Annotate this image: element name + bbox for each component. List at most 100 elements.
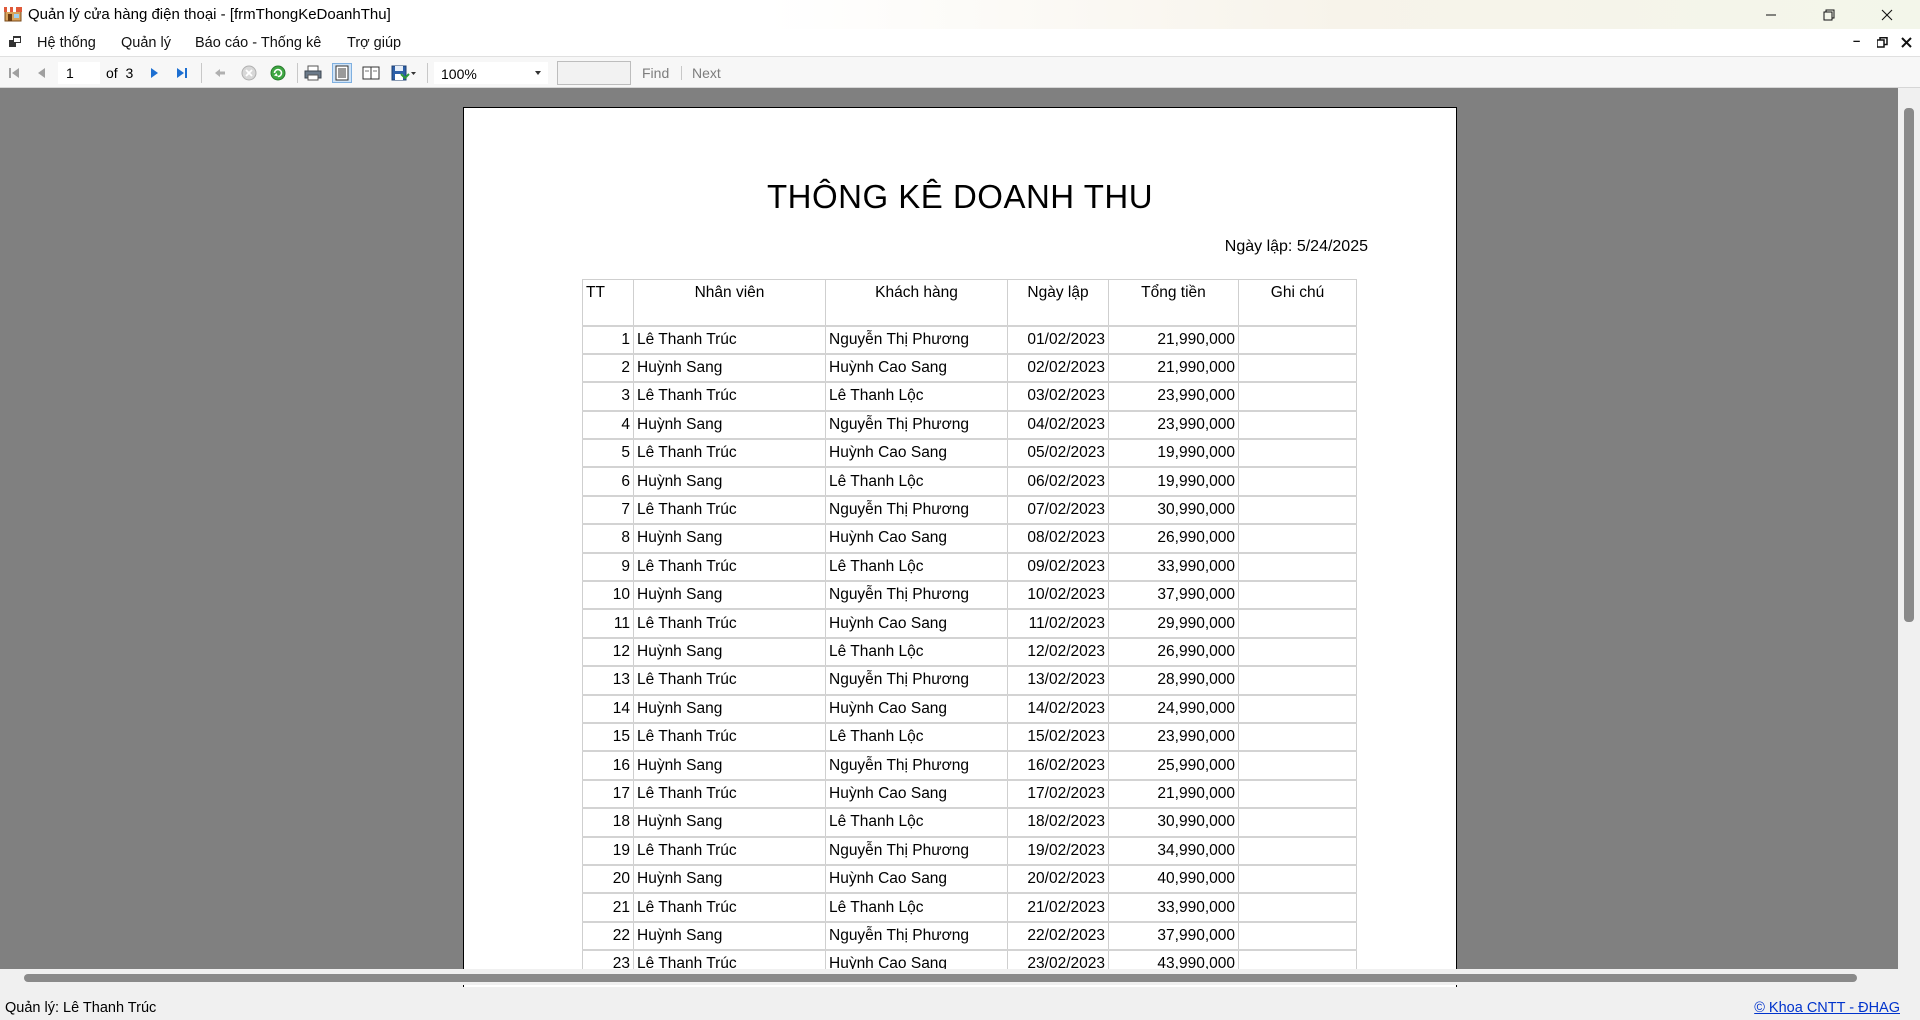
find-text-input[interactable] <box>557 61 631 85</box>
cell-ngay-lap: 02/02/2023 <box>1007 353 1109 384</box>
report-toolbar: of 3 100% Find Next <box>0 57 1920 88</box>
horizontal-scroll-thumb[interactable] <box>24 974 1857 982</box>
refresh-button[interactable] <box>268 63 288 83</box>
zoom-dropdown[interactable]: 100% <box>434 62 548 84</box>
cell-ghi-chu <box>1238 523 1357 554</box>
minimize-button[interactable] <box>1742 0 1800 29</box>
menu-bao-cao-thong-ke[interactable]: Báo cáo - Thống kê <box>195 35 321 51</box>
cell-ngay-lap: 13/02/2023 <box>1007 665 1109 696</box>
cell-ngay-lap: 09/02/2023 <box>1007 552 1109 583</box>
row-number: 1 <box>582 324 634 355</box>
back-button[interactable] <box>210 63 230 83</box>
close-button[interactable] <box>1858 0 1916 29</box>
row-number: 9 <box>582 552 634 583</box>
cell-nhan-vien: Huỳnh Sang <box>633 637 826 668</box>
cell-ghi-chu <box>1238 438 1357 469</box>
cell-khach-hang: Nguyễn Thị Phương <box>825 580 1008 611</box>
cell-tong-tien: 23,990,000 <box>1108 722 1239 753</box>
cell-khach-hang: Lê Thanh Lộc <box>825 807 1008 838</box>
last-page-button[interactable] <box>172 63 192 83</box>
cell-ghi-chu <box>1238 353 1357 384</box>
mdi-minimize-icon[interactable]: – <box>1853 33 1860 48</box>
cell-ghi-chu <box>1238 665 1357 696</box>
cell-ghi-chu <box>1238 779 1357 810</box>
first-page-button[interactable] <box>4 63 24 83</box>
close-icon <box>1881 9 1893 20</box>
cell-khach-hang: Lê Thanh Lộc <box>825 722 1008 753</box>
report-viewer[interactable]: THÔNG KÊ DOANH THU Ngày lập: 5/24/2025 T… <box>0 88 1920 987</box>
row-number: 6 <box>582 466 634 497</box>
table-body: 1 Lê Thanh Trúc Nguyễn Thị Phương 01/02/202… <box>582 324 1357 980</box>
vertical-scrollbar[interactable] <box>1898 88 1920 969</box>
report-page: THÔNG KÊ DOANH THU Ngày lập: 5/24/2025 T… <box>463 107 1457 987</box>
row-number: 4 <box>582 410 634 441</box>
table-row: 17 Lê Thanh Trúc Huỳnh Cao Sang 17/02/2023 2… <box>582 779 1357 810</box>
row-number: 18 <box>582 807 634 838</box>
find-button[interactable]: Find <box>642 65 669 81</box>
mdi-close-icon[interactable] <box>1901 37 1912 48</box>
toolbar-separator <box>681 66 682 80</box>
cell-tong-tien: 23,990,000 <box>1108 410 1239 441</box>
table-row: 2 Huỳnh Sang Huỳnh Cao Sang 02/02/2023 21,99… <box>582 353 1357 384</box>
row-number: 8 <box>582 523 634 554</box>
next-page-button[interactable] <box>144 63 164 83</box>
refresh-icon <box>270 65 286 81</box>
credit-link[interactable]: © Khoa CNTT - ĐHAG <box>1754 1000 1900 1016</box>
menu-tro-giup[interactable]: Trợ giúp <box>347 35 401 51</box>
column-header-tong-tien: Tổng tiền <box>1108 279 1239 327</box>
cell-khach-hang: Lê Thanh Lộc <box>825 637 1008 668</box>
mdi-child-window-icon[interactable] <box>9 36 22 48</box>
cell-tong-tien: 30,990,000 <box>1108 495 1239 526</box>
vertical-scroll-thumb[interactable] <box>1904 108 1914 622</box>
cell-ghi-chu <box>1238 410 1357 441</box>
page-setup-button[interactable] <box>361 63 381 83</box>
current-page-input[interactable] <box>58 62 100 84</box>
print-layout-button[interactable] <box>332 63 352 83</box>
cell-ghi-chu <box>1238 921 1357 952</box>
cell-tong-tien: 30,990,000 <box>1108 807 1239 838</box>
previous-page-button[interactable] <box>32 63 52 83</box>
column-header-ngay-lap: Ngày lập <box>1007 279 1109 327</box>
cell-ngay-lap: 14/02/2023 <box>1007 694 1109 724</box>
find-next-button[interactable]: Next <box>692 65 721 81</box>
cell-tong-tien: 33,990,000 <box>1108 892 1239 923</box>
cell-ngay-lap: 06/02/2023 <box>1007 466 1109 497</box>
cell-tong-tien: 25,990,000 <box>1108 750 1239 781</box>
page-count-label: of 3 <box>106 65 134 81</box>
table-row: 4 Huỳnh Sang Nguyễn Thị Phương 04/02/2023 23… <box>582 410 1357 441</box>
row-number: 5 <box>582 438 634 469</box>
current-user-label: Quản lý: Lê Thanh Trúc <box>5 1000 157 1016</box>
table-row: 10 Huỳnh Sang Nguyễn Thị Phương 10/02/2023 3… <box>582 580 1357 611</box>
cell-nhan-vien: Huỳnh Sang <box>633 466 826 497</box>
print-button[interactable] <box>303 63 323 83</box>
table-row: 13 Lê Thanh Trúc Nguyễn Thị Phương 13/02/20… <box>582 665 1357 696</box>
restore-button[interactable] <box>1800 0 1858 29</box>
column-header-nhan-vien: Nhân viên <box>633 279 826 327</box>
table-row: 15 Lê Thanh Trúc Lê Thanh Lộc 15/02/2023 23,… <box>582 722 1357 753</box>
cell-ghi-chu <box>1238 580 1357 611</box>
table-row: 14 Huỳnh Sang Huỳnh Cao Sang 14/02/2023 24,9… <box>582 694 1357 724</box>
report-title: THÔNG KÊ DOANH THU <box>766 178 1154 215</box>
cell-khach-hang: Nguyễn Thị Phương <box>825 410 1008 441</box>
column-header-ghi-chu: Ghi chú <box>1238 279 1357 327</box>
table-row: 8 Huỳnh Sang Huỳnh Cao Sang 08/02/2023 26,99… <box>582 523 1357 554</box>
table-row: 12 Huỳnh Sang Lê Thanh Lộc 12/02/2023 26,990… <box>582 637 1357 668</box>
cell-ghi-chu <box>1238 637 1357 668</box>
cell-nhan-vien: Huỳnh Sang <box>633 750 826 781</box>
mdi-restore-icon[interactable] <box>1877 37 1888 48</box>
menu-he-thong[interactable]: Hệ thống <box>37 35 96 51</box>
cell-khach-hang: Nguyễn Thị Phương <box>825 750 1008 781</box>
cell-nhan-vien: Lê Thanh Trúc <box>633 722 826 753</box>
cell-ngay-lap: 05/02/2023 <box>1007 438 1109 469</box>
horizontal-scrollbar[interactable] <box>0 969 1920 985</box>
cell-tong-tien: 29,990,000 <box>1108 608 1239 639</box>
cell-khach-hang: Huỳnh Cao Sang <box>825 608 1008 639</box>
export-button[interactable] <box>390 63 418 83</box>
cell-nhan-vien: Huỳnh Sang <box>633 864 826 895</box>
cell-khach-hang: Huỳnh Cao Sang <box>825 779 1008 810</box>
status-bar: Quản lý: Lê Thanh Trúc © Khoa CNTT - ĐHA… <box>0 995 1920 1020</box>
menu-quan-ly[interactable]: Quản lý <box>121 35 171 51</box>
cell-tong-tien: 26,990,000 <box>1108 523 1239 554</box>
cell-ngay-lap: 01/02/2023 <box>1007 324 1109 355</box>
stop-button[interactable] <box>239 63 259 83</box>
